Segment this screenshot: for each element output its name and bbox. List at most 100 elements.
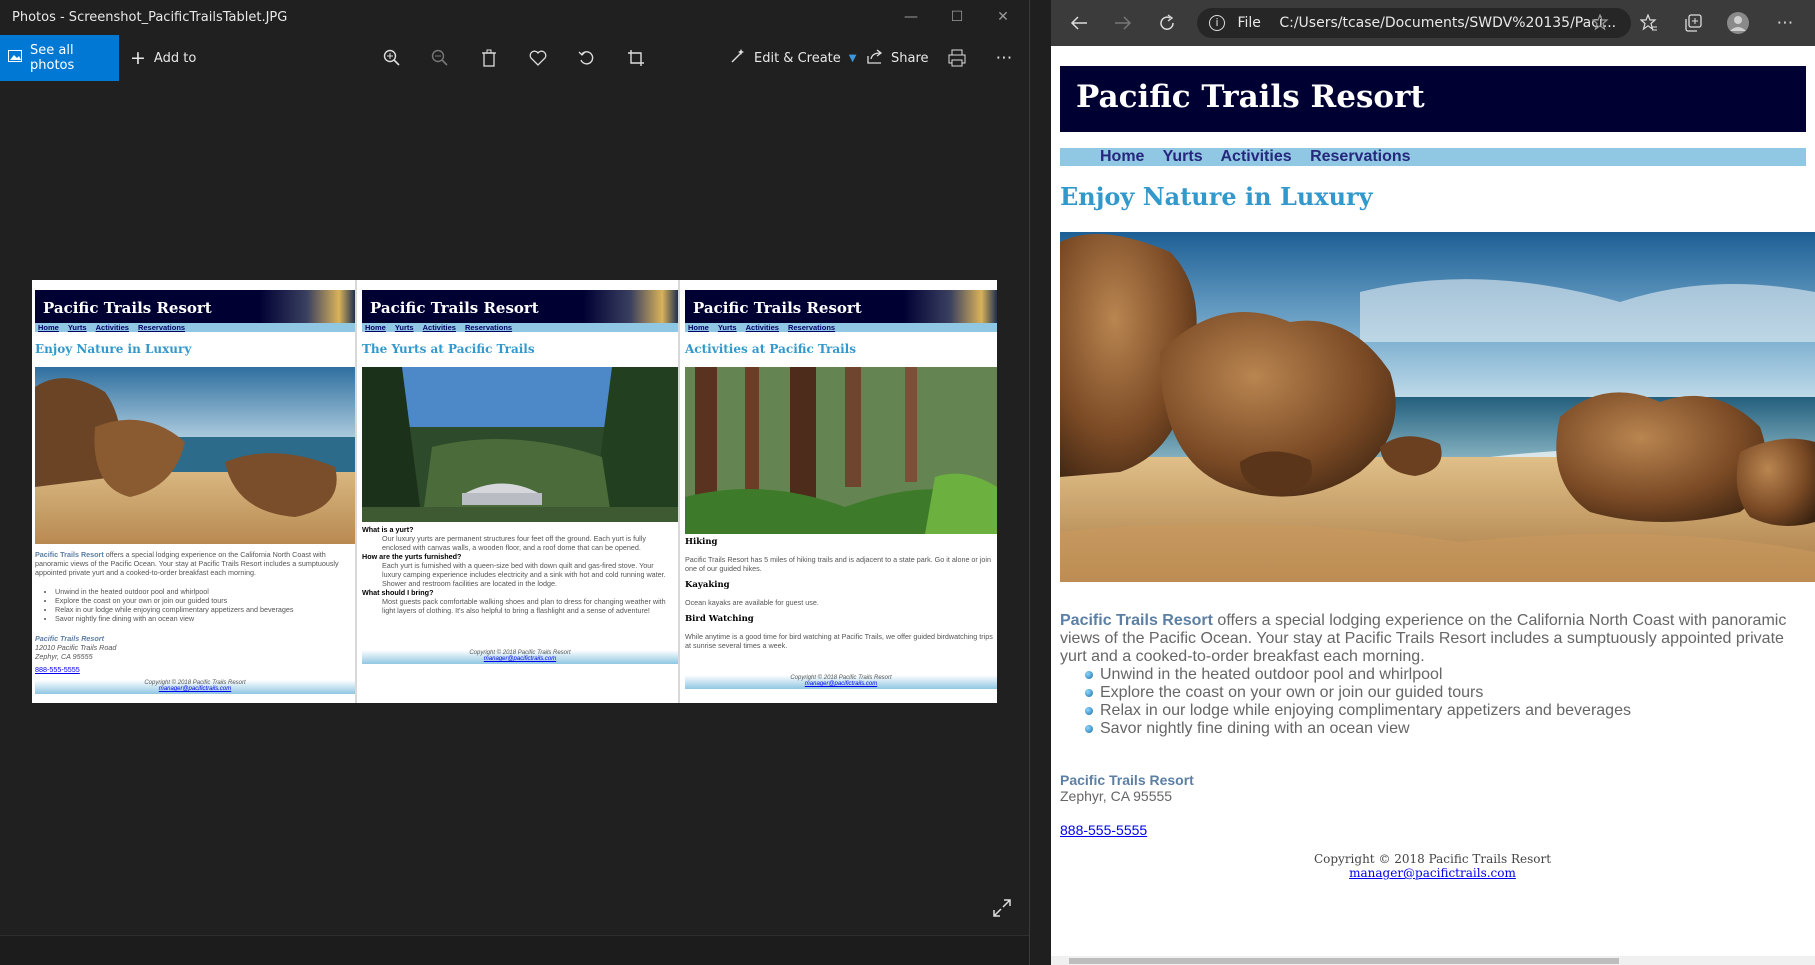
footer: Copyright © 2018 Pacific Trails Resort m…: [35, 680, 355, 694]
address-url: C:/Users/tcase/Documents/SWDV%20135/Paci…: [1279, 15, 1617, 31]
maximize-button[interactable]: ☐: [934, 0, 980, 35]
refresh-icon[interactable]: [1152, 8, 1182, 38]
contact-street: 12010 Pacific Trails Road: [35, 643, 117, 652]
list-item: Relax in our lodge while enjoying compli…: [55, 605, 351, 614]
nav-activities: Activities: [745, 323, 779, 332]
expand-icon[interactable]: [992, 898, 1012, 923]
photos-window: Photos - Screenshot_PacificTrailsTablet.…: [0, 0, 1030, 965]
site-header: Pacific Trails Resort: [685, 290, 997, 323]
site-nav: Home Yurts Activities Reservations: [362, 323, 678, 332]
favorite-icon[interactable]: [518, 35, 558, 81]
add-to-label: Add to: [153, 50, 197, 66]
faq-answer: Most guests pack comfortable walking sho…: [382, 597, 666, 615]
section-title: Bird Watching: [685, 614, 754, 624]
address-bar[interactable]: i File C:/Users/tcase/Documents/SWDV%201…: [1197, 8, 1631, 38]
intro-paragraph: Pacific Trails Resort offers a special l…: [1060, 612, 1805, 666]
faq-answer: Our luxury yurts are permanent structure…: [382, 534, 646, 552]
intro-paragraph: Pacific Trails Resort offers a special l…: [35, 550, 351, 577]
favorites-icon[interactable]: [1634, 8, 1664, 38]
features-list: Unwind in the heated outdoor pool and wh…: [35, 587, 351, 623]
zoom-out-icon[interactable]: [420, 35, 460, 81]
nav-yurts[interactable]: Yurts: [1163, 148, 1203, 165]
hero-beach-image: [1060, 232, 1815, 582]
add-favorite-icon[interactable]: [1586, 8, 1616, 38]
nav-reservations: Reservations: [137, 323, 186, 332]
site-header: Pacific Trails Resort: [35, 290, 355, 323]
contact-city: Zephyr, CA 95555: [1060, 788, 1173, 804]
faq-answer: Each yurt is furnished with a queen-size…: [382, 561, 666, 588]
photos-titlebar: Photos - Screenshot_PacificTrailsTablet.…: [0, 0, 1029, 35]
back-icon[interactable]: [1064, 8, 1094, 38]
nav-yurts: Yurts: [67, 323, 87, 332]
print-icon[interactable]: [937, 35, 977, 81]
horizontal-scrollbar[interactable]: [1051, 956, 1815, 965]
site-nav: Home Yurts Activities Reservations: [1060, 148, 1806, 166]
nav-yurts: Yurts: [394, 323, 414, 332]
rotate-icon[interactable]: [567, 35, 607, 81]
page-heading: Enjoy Nature in Luxury: [35, 342, 192, 356]
nav-yurts: Yurts: [717, 323, 737, 332]
nav-home[interactable]: Home: [1100, 148, 1144, 165]
email-link[interactable]: manager@pacifictrails.com: [1349, 866, 1516, 880]
footer: Copyright © 2018 Pacific Trails Resort m…: [685, 675, 997, 689]
contact-name: Pacific Trails Resort: [35, 634, 104, 643]
list-item: Relax in our lodge while enjoying compli…: [1085, 702, 1805, 720]
nav-reservations[interactable]: Reservations: [1310, 148, 1411, 165]
displayed-photo: Pacific Trails Resort Home Yurts Activitie…: [32, 280, 997, 703]
features-list: Unwind in the heated outdoor pool and wh…: [1060, 666, 1805, 738]
section-title: Kayaking: [685, 580, 730, 590]
list-item: Savor nightly fine dining with an ocean …: [55, 614, 351, 623]
see-all-photos-label: See all photos: [30, 43, 75, 73]
section-title: Hiking: [685, 537, 718, 547]
chevron-down-icon: ▼: [848, 52, 857, 64]
more-icon[interactable]: ⋯: [984, 35, 1024, 81]
beach-image: [35, 367, 355, 544]
more-icon[interactable]: ⋯: [1770, 8, 1800, 38]
edit-wand-icon: [730, 48, 746, 68]
faq-question: How are the yurts furnished?: [362, 552, 462, 561]
add-to-button[interactable]: + Add to: [130, 35, 196, 81]
forward-icon[interactable]: [1108, 8, 1138, 38]
preview-home-page: Pacific Trails Resort Home Yurts Activitie…: [32, 280, 357, 703]
contact-block: Pacific Trails Resort Zephyr, CA 95555: [1060, 772, 1194, 804]
site-nav: Home Yurts Activities Reservations: [35, 323, 355, 332]
yurt-image: [362, 367, 678, 522]
nav-activities: Activities: [422, 323, 456, 332]
list-item: Explore the coast on your own or join ou…: [1085, 684, 1805, 702]
nav-reservations: Reservations: [464, 323, 513, 332]
preview-activities-page: Pacific Trails Resort Home Yurts Activitie…: [682, 280, 997, 703]
see-all-photos-button[interactable]: See all photos: [0, 35, 119, 81]
info-icon[interactable]: i: [1209, 15, 1225, 31]
web-page: Pacific Trails Resort Home Yurts Activit…: [1051, 46, 1815, 956]
window-title: Photos - Screenshot_PacificTrailsTablet.…: [12, 10, 288, 25]
browser-window: i File C:/Users/tcase/Documents/SWDV%201…: [1051, 0, 1815, 965]
edit-create-button[interactable]: Edit & Create ▼: [730, 35, 856, 81]
section-text: While anytime is a good time for bird wa…: [685, 632, 993, 650]
profile-icon[interactable]: [1723, 8, 1753, 38]
contact-block: Pacific Trails Resort 12010 Pacific Trai…: [35, 634, 351, 661]
minimize-button[interactable]: —: [888, 0, 934, 35]
delete-icon[interactable]: [469, 35, 509, 81]
site-header: Pacific Trails Resort: [362, 290, 678, 323]
nav-home: Home: [688, 323, 709, 332]
section-text: Ocean kayaks are available for guest use…: [685, 598, 819, 607]
status-strip: [0, 935, 1029, 965]
site-header: Pacific Trails Resort: [1060, 66, 1806, 132]
scrollbar-thumb[interactable]: [1069, 958, 1619, 964]
crop-icon[interactable]: [616, 35, 656, 81]
nav-home: Home: [38, 323, 59, 332]
page-heading: The Yurts at Pacific Trails: [362, 342, 535, 356]
email-link: manager@pacifictrails.com: [804, 681, 878, 687]
photos-icon: [8, 50, 22, 66]
nav-activities[interactable]: Activities: [1220, 148, 1291, 165]
close-button[interactable]: ✕: [980, 0, 1026, 35]
photos-toolbar: See all photos + Add to Edit & Create ▼ …: [0, 35, 1029, 81]
faq-list: What is a yurt? Our luxury yurts are per…: [362, 525, 674, 615]
share-button[interactable]: Share: [867, 35, 929, 81]
nav-reservations: Reservations: [787, 323, 836, 332]
collections-icon[interactable]: [1678, 8, 1708, 38]
share-icon: [867, 48, 883, 68]
phone-link[interactable]: 888-555-5555: [1060, 822, 1147, 838]
share-label: Share: [891, 50, 929, 66]
zoom-in-icon[interactable]: [372, 35, 412, 81]
